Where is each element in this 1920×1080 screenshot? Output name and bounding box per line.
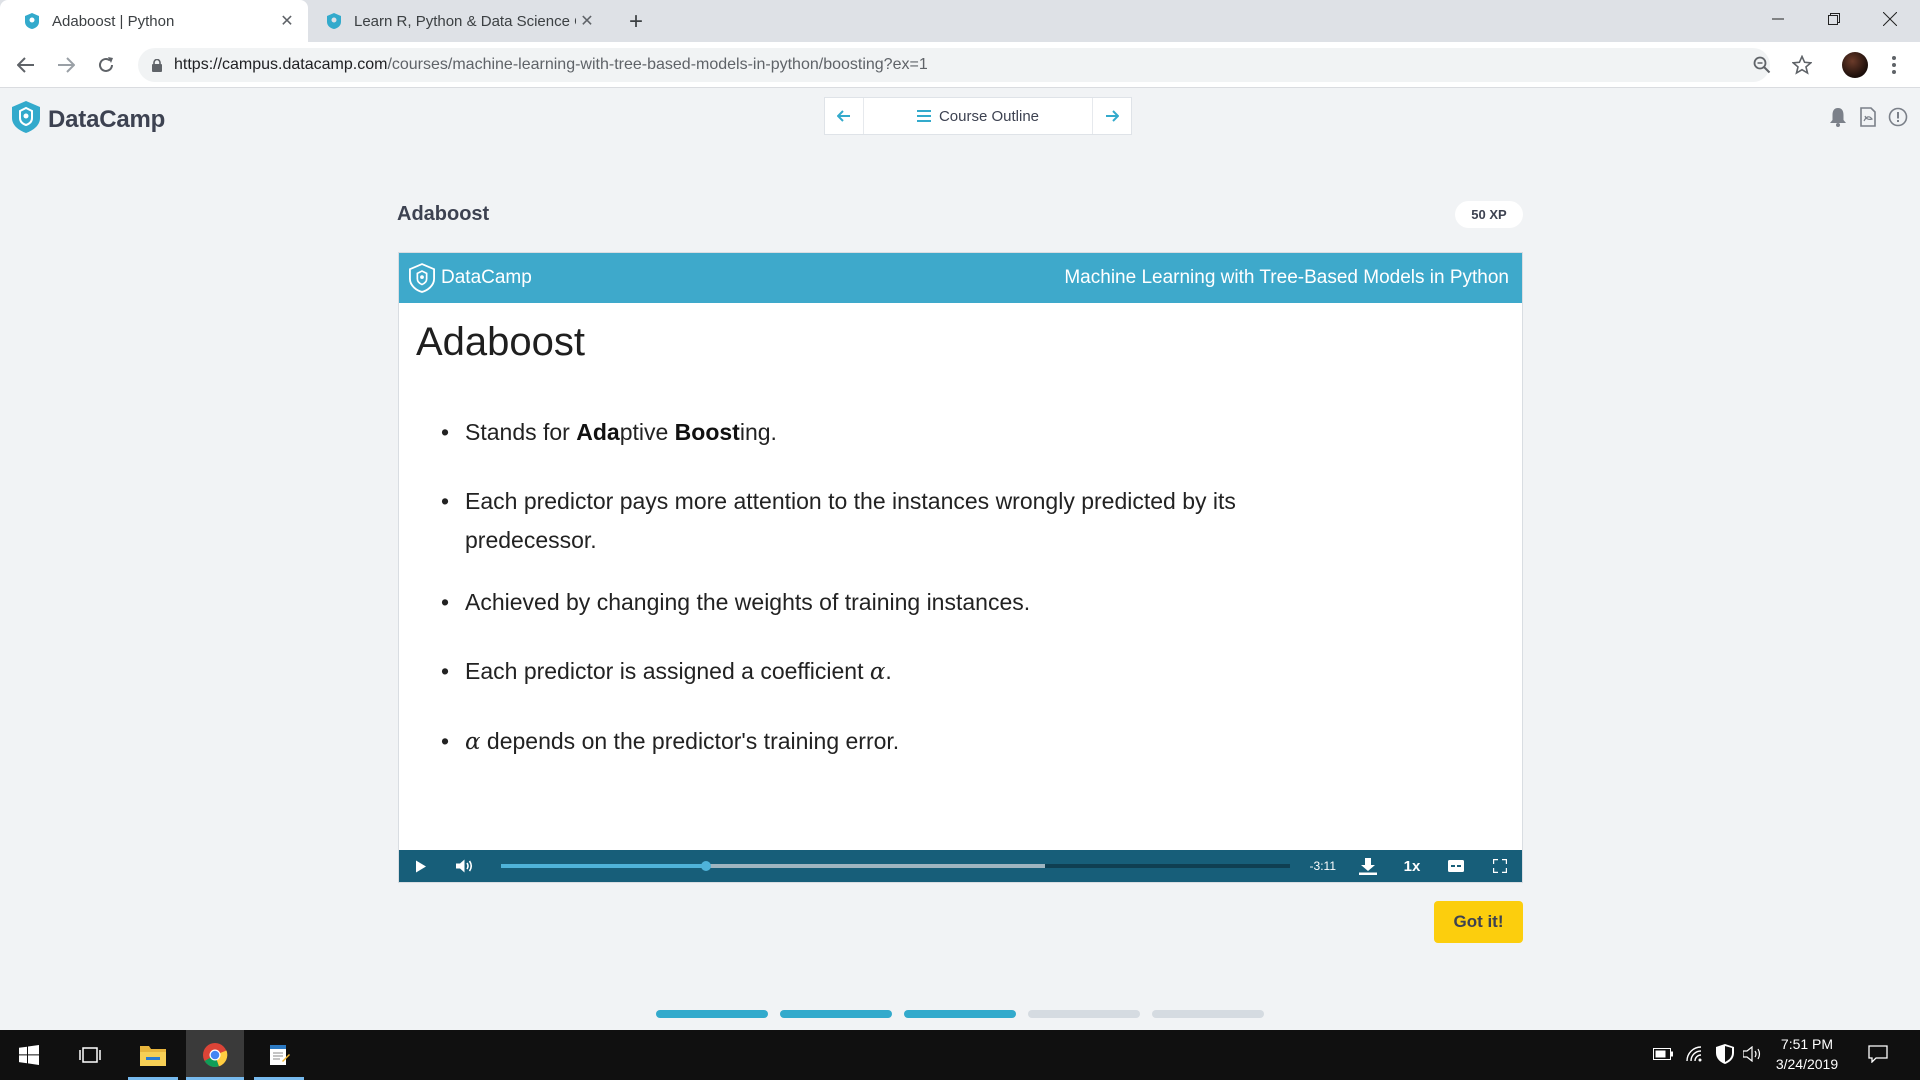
play-icon[interactable] (399, 850, 443, 882)
datacamp-logo[interactable]: DataCamp (12, 101, 165, 138)
logo-text: DataCamp (48, 105, 166, 133)
browser-menu-icon[interactable] (1884, 51, 1904, 79)
battery-icon[interactable] (1651, 1042, 1675, 1066)
course-outline-label: Course Outline (938, 107, 1040, 125)
new-tab-button[interactable]: + (622, 8, 650, 36)
close-window-icon[interactable] (1862, 0, 1918, 38)
tab-title: Learn R, Python & Data Science C (354, 12, 576, 30)
file-explorer-icon[interactable] (128, 1030, 178, 1080)
taskbar-clock[interactable]: 7:51 PM 3/24/2019 (1760, 1034, 1854, 1074)
url-text: https://campus.datacamp.com/courses/mach… (174, 56, 928, 73)
slide-course-title: Machine Learning with Tree-Based Models … (1064, 267, 1509, 288)
browser-tab-active[interactable]: Adaboost | Python ✕ (0, 0, 308, 42)
menu-lines-icon (916, 110, 931, 122)
security-shield-icon[interactable] (1713, 1042, 1737, 1066)
tab-title: Adaboost | Python (52, 12, 175, 30)
video-player[interactable]: DataCamp Machine Learning with Tree-Base… (398, 252, 1523, 883)
task-view-icon[interactable] (68, 1030, 112, 1080)
report-issue-icon[interactable] (1887, 106, 1909, 128)
windows-taskbar (0, 1030, 1920, 1080)
bell-icon[interactable] (1827, 106, 1849, 128)
action-center-icon[interactable] (1866, 1042, 1890, 1066)
previous-exercise-button[interactable] (825, 98, 863, 134)
xp-badge: 50 XP (1455, 201, 1523, 228)
slide-brand: DataCamp (409, 263, 532, 293)
player-controls: -3:11 1x (399, 850, 1522, 882)
fullscreen-icon[interactable] (1478, 850, 1522, 882)
chrome-taskbar-icon[interactable] (186, 1030, 244, 1080)
pager-segment[interactable] (1152, 1010, 1264, 1018)
address-bar[interactable]: https://campus.datacamp.com/courses/mach… (138, 48, 1770, 82)
playback-speed-button[interactable]: 1x (1390, 850, 1434, 882)
volume-icon[interactable] (443, 850, 487, 882)
notepad-editor-icon[interactable] (254, 1030, 304, 1080)
tab-close-icon[interactable]: ✕ (276, 10, 298, 32)
restore-icon[interactable] (1806, 0, 1862, 38)
pager-segment[interactable] (904, 1010, 1016, 1018)
download-icon[interactable] (1346, 850, 1390, 882)
time-remaining: -3:11 (1309, 859, 1336, 873)
seek-bar[interactable] (501, 861, 1290, 871)
windows-start-icon[interactable] (0, 1030, 58, 1080)
bullet-item: Achieved by changing the weights of trai… (441, 583, 1291, 622)
course-outline-nav: Course Outline (824, 97, 1132, 135)
datacamp-favicon-icon (24, 13, 40, 29)
slide-bullets: Stands for Adaptive Boosting. Each predi… (441, 413, 1291, 762)
browser-tab[interactable]: Learn R, Python & Data Science C ✕ (308, 0, 608, 42)
reload-icon[interactable] (90, 49, 122, 81)
slide-header: DataCamp Machine Learning with Tree-Base… (399, 253, 1522, 303)
clock-date: 3/24/2019 (1775, 1056, 1839, 1072)
pager-segment[interactable] (1028, 1010, 1140, 1018)
closed-captions-icon[interactable] (1434, 850, 1478, 882)
bullet-item: α depends on the predictor's training er… (441, 722, 1291, 762)
course-outline-button[interactable]: Course Outline (863, 98, 1093, 134)
pager-segment[interactable] (656, 1010, 768, 1018)
forward-arrow-icon[interactable] (50, 49, 82, 81)
slide-title: Adaboost (416, 320, 586, 364)
browser-tabstrip: Adaboost | Python ✕ Learn R, Python & Da… (0, 0, 1920, 42)
clock-time: 7:51 PM (1780, 1036, 1834, 1052)
datacamp-favicon-icon (326, 13, 342, 29)
bookmark-star-icon[interactable] (1790, 53, 1814, 77)
slide-brand-text: DataCamp (441, 267, 532, 288)
datacamp-shield-icon (12, 101, 40, 138)
profile-avatar[interactable] (1842, 52, 1868, 78)
wifi-icon[interactable] (1683, 1042, 1707, 1066)
bullet-item: Each predictor is assigned a coefficient… (441, 652, 1291, 692)
bullet-item: Stands for Adaptive Boosting. (441, 413, 1291, 452)
pager-segment[interactable] (780, 1010, 892, 1018)
zoom-icon[interactable] (1750, 53, 1774, 77)
minimize-icon[interactable] (1750, 0, 1806, 38)
datacamp-shield-icon (409, 263, 435, 293)
lock-icon (152, 58, 162, 72)
got-it-button[interactable]: Got it! (1434, 901, 1523, 943)
seek-handle[interactable] (701, 861, 712, 871)
pdf-slides-icon[interactable] (1857, 106, 1879, 128)
tab-close-icon[interactable]: ✕ (576, 10, 598, 32)
browser-toolbar: https://campus.datacamp.com/courses/mach… (0, 42, 1920, 88)
back-arrow-icon[interactable] (10, 49, 42, 81)
bullet-item: Each predictor pays more attention to th… (441, 482, 1291, 560)
next-exercise-button[interactable] (1093, 98, 1131, 134)
played-progress (501, 864, 707, 868)
exercise-title: Adaboost (397, 203, 490, 225)
exercise-progress-pager (656, 1010, 1264, 1018)
